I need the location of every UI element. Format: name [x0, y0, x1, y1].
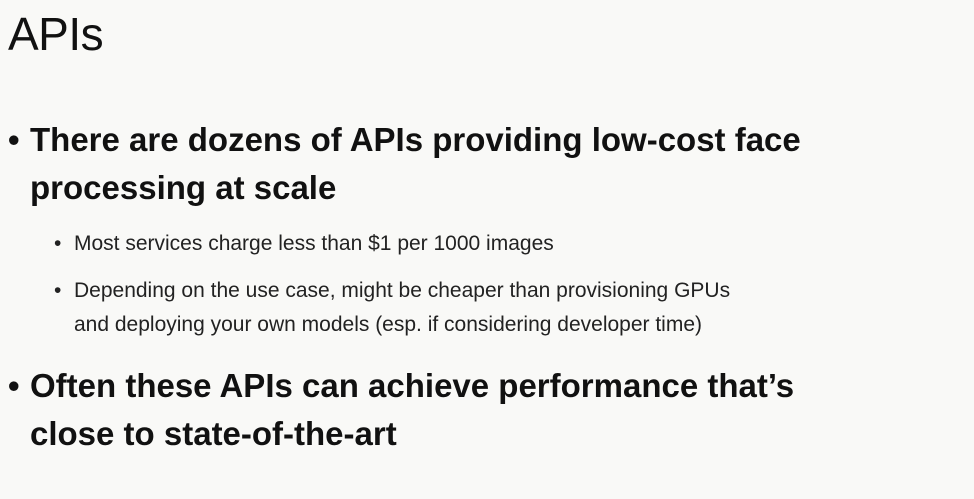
sub-bullet-text-line: Most services charge less than $1 per 10… [74, 232, 554, 255]
slide-title: APIs [8, 8, 104, 60]
bullet-text-line: There are dozens of APIs providing low-c… [30, 121, 801, 158]
slide: APIs • There are dozens of APIs providin… [0, 0, 974, 499]
sub-bullet-item: • Depending on the use case, might be ch… [54, 274, 974, 342]
sub-bullet-text-line: and deploying your own models (esp. if c… [74, 313, 703, 336]
bullet-item: • There are dozens of APIs providing low… [8, 116, 968, 212]
bullet-dot: • [8, 121, 20, 158]
bullet-text-line: Often these APIs can achieve performance… [30, 367, 795, 404]
bullet-text-line: processing at scale [30, 169, 337, 206]
bullet-text-line: close to state-of-the-art [30, 415, 397, 452]
bullet-dot: • [8, 367, 20, 404]
sub-bullet-item: • Most services charge less than $1 per … [54, 227, 974, 261]
sub-bullet-dot: • [54, 232, 62, 255]
sub-bullet-dot: • [54, 279, 62, 302]
bullet-item: • Often these APIs can achieve performan… [8, 362, 968, 458]
sub-bullet-text-line: Depending on the use case, might be chea… [74, 279, 731, 302]
